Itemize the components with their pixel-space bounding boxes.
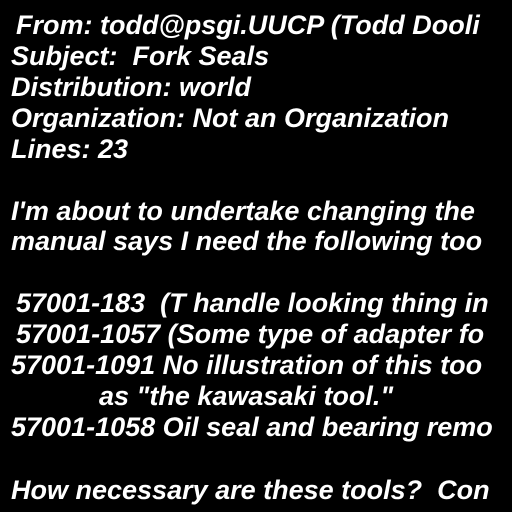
header-from: From: todd@psgi.UUCP (Todd Dooli [16,10,480,40]
body-line-1: I'm about to undertake changing the [11,196,475,226]
email-document: From: todd@psgi.UUCP (Todd Dooli Subject… [0,0,512,512]
header-subject: Subject: Fork Seals [11,41,270,71]
tool-item-1057: 57001-1057 (Some type of adapter fo [16,319,485,349]
header-distribution: Distribution: world [11,72,251,102]
header-organization: Organization: Not an Organization [11,103,449,133]
tool-item-1091: 57001-1091 No illustration of this too [11,350,483,380]
body-question: How necessary are these tools? Con [11,475,490,505]
tool-item-1058: 57001-1058 Oil seal and bearing remo [11,412,493,442]
body-line-2: manual says I need the following too [11,226,483,256]
header-lines: Lines: 23 [11,134,129,164]
tool-item-183: 57001-183 (T handle looking thing in [16,288,489,318]
tool-item-1091-continuation: as "the kawasaki tool." [99,381,394,411]
